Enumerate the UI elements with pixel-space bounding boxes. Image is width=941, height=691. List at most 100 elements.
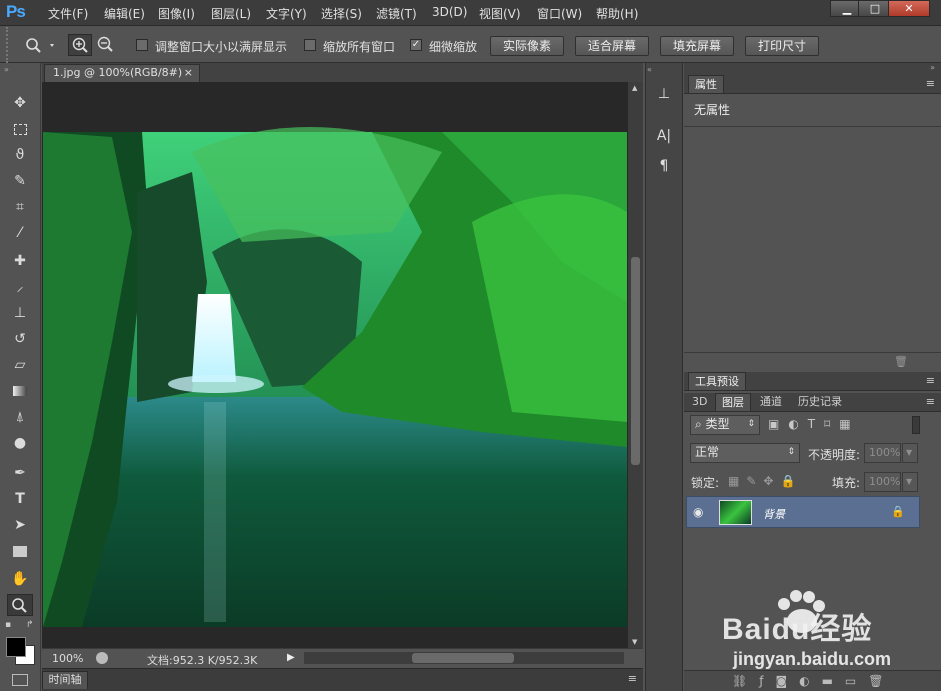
timeline-menu-icon[interactable]: ≡ (628, 672, 637, 685)
tool-presets-tab[interactable]: 工具预设 (688, 372, 746, 390)
filter-toggle[interactable] (912, 416, 920, 434)
canvas-area[interactable] (42, 82, 628, 648)
menu-help[interactable]: 帮助(H) (596, 5, 638, 22)
brush-tool[interactable]: ⸝ (7, 276, 33, 298)
dodge-tool[interactable]: ● (7, 432, 33, 454)
fill-input[interactable]: 100% (864, 472, 901, 492)
character-panel-button[interactable]: A| (652, 128, 676, 148)
move-tool[interactable]: ✥ (7, 92, 33, 114)
properties-delete-icon[interactable]: 🗑 (894, 355, 908, 368)
zoom-in-button[interactable] (68, 34, 92, 56)
menu-view[interactable]: 视图(V) (479, 5, 521, 22)
lock-icons[interactable]: ▦✎✥🔒 (728, 474, 802, 488)
close-tab-icon[interactable]: × (184, 65, 193, 81)
layer-visibility-eye-icon[interactable]: ◉ (693, 505, 703, 519)
document-tab-title: 1.jpg @ 100%(RGB/8#) (53, 66, 183, 79)
menu-edit[interactable]: 编辑(E) (104, 5, 145, 22)
layer-filter-icons[interactable]: ▣◐T⌑▦ (768, 417, 908, 433)
opacity-input[interactable]: 100% (864, 443, 901, 463)
lasso-tool[interactable]: ϑ (7, 144, 33, 166)
properties-divider (684, 126, 941, 127)
path-select-tool[interactable]: ➤ (7, 514, 33, 536)
properties-tab[interactable]: 属性 (688, 75, 724, 93)
actual-pixels-button[interactable]: 实际像素 (490, 36, 564, 56)
paragraph-panel-button[interactable]: ¶ (652, 158, 676, 178)
healing-brush-tool[interactable]: ✚ (7, 250, 33, 272)
menu-image[interactable]: 图像(I) (158, 5, 195, 22)
scroll-up-icon[interactable]: ▲ (632, 84, 637, 92)
timeline-tab[interactable]: 时间轴 (42, 671, 88, 689)
quick-select-tool[interactable]: ✎ (7, 170, 33, 192)
layers-footer: ⛓ƒ◙◐▬▭🗑 (684, 670, 941, 691)
tab-3d[interactable]: 3D (686, 393, 713, 411)
scrubby-zoom-checkbox[interactable]: ✓ (410, 39, 422, 51)
dock-collapse-icon[interactable]: » (930, 63, 935, 72)
horizontal-scrollbar[interactable] (304, 652, 624, 664)
scroll-down-icon[interactable]: ▼ (632, 638, 637, 646)
clone-source-panel-button[interactable]: ⊥ (652, 86, 676, 106)
status-menu-arrow-icon[interactable]: ▶ (287, 652, 295, 663)
layers-menu-icon[interactable]: ≡ (926, 395, 935, 408)
layer-row[interactable]: ◉ 背景 🔒 (686, 496, 920, 528)
pen-tool[interactable]: ✒ (7, 462, 33, 484)
maximize-button[interactable]: □ (858, 0, 892, 17)
eyedropper-tool[interactable]: ⁄ (7, 222, 33, 244)
app-logo: Ps (6, 2, 26, 21)
vertical-scrollbar[interactable]: ▲ ▼ (628, 82, 643, 648)
type-tool[interactable]: T (7, 488, 33, 510)
layer-name[interactable]: 背景 (763, 506, 785, 522)
menu-layer[interactable]: 图层(L) (211, 5, 251, 22)
toolbox-collapse-icon[interactable]: » (4, 65, 9, 74)
strip-collapse-icon[interactable]: « (647, 65, 652, 74)
history-brush-tool[interactable]: ↺ (7, 328, 33, 350)
zoom-tool-preset[interactable] (22, 34, 56, 56)
gradient-icon (13, 386, 27, 396)
print-size-button[interactable]: 打印尺寸 (745, 36, 819, 56)
hand-tool[interactable]: ✋ (7, 568, 33, 590)
fill-arrow-icon[interactable]: ▼ (902, 472, 918, 492)
foreground-color-swatch[interactable] (6, 637, 26, 657)
blend-chevron-icon: ⇕ (787, 447, 795, 457)
dock-header: » (684, 63, 941, 75)
quick-mask-button[interactable] (12, 674, 28, 686)
marquee-tool[interactable] (7, 118, 33, 140)
options-grip[interactable] (6, 27, 10, 63)
shape-tool[interactable] (7, 540, 33, 562)
tab-channels[interactable]: 通道 (754, 393, 788, 411)
zoom-level-field[interactable]: 100% (52, 652, 83, 665)
zoom-all-checkbox[interactable] (304, 39, 316, 51)
document-image[interactable] (42, 82, 628, 648)
vertical-scroll-thumb[interactable] (631, 257, 640, 465)
zoom-out-button[interactable] (94, 34, 118, 56)
close-button[interactable]: ✕ (888, 0, 930, 17)
eraser-tool[interactable]: ▱ (7, 354, 33, 376)
layers-panel-header: 3D 图层 通道 历史记录 ≡ (684, 393, 941, 412)
default-colors-icon[interactable]: ▪ (5, 620, 11, 630)
gradient-tool[interactable] (7, 380, 33, 402)
menu-select[interactable]: 选择(S) (321, 5, 362, 22)
swap-colors-icon[interactable]: ↱ (26, 620, 34, 630)
tab-layers[interactable]: 图层 (715, 393, 751, 411)
opacity-arrow-icon[interactable]: ▼ (902, 443, 918, 463)
fill-screen-button[interactable]: 填充屏幕 (660, 36, 734, 56)
horizontal-scroll-thumb[interactable] (412, 653, 514, 663)
status-info-icon[interactable] (96, 652, 108, 664)
blend-mode-dropdown[interactable]: 正常 ⇕ (690, 443, 800, 463)
menu-filter[interactable]: 滤镜(T) (376, 5, 417, 22)
zoom-tool[interactable] (7, 594, 33, 616)
blur-tool[interactable]: ⍋ (7, 406, 33, 428)
properties-menu-icon[interactable]: ≡ (926, 77, 935, 90)
tab-history[interactable]: 历史记录 (792, 393, 848, 411)
menu-3d[interactable]: 3D(D) (432, 5, 467, 19)
layers-footer-icons[interactable]: ⛓ƒ◙◐▬▭🗑 (732, 674, 895, 688)
fit-screen-button[interactable]: 适合屏幕 (575, 36, 649, 56)
document-tab[interactable]: 1.jpg @ 100%(RGB/8#) × (44, 64, 200, 82)
crop-tool[interactable]: ⌗ (7, 196, 33, 218)
menu-window[interactable]: 窗口(W) (537, 5, 582, 22)
menu-file[interactable]: 文件(F) (48, 5, 88, 22)
clone-stamp-tool[interactable]: ⊥ (7, 302, 33, 324)
tool-presets-menu-icon[interactable]: ≡ (926, 374, 935, 387)
resize-windows-checkbox[interactable] (136, 39, 148, 51)
menu-type[interactable]: 文字(Y) (266, 5, 307, 22)
layer-filter-dropdown[interactable]: ⌕ 类型 ⇕ (690, 415, 760, 435)
